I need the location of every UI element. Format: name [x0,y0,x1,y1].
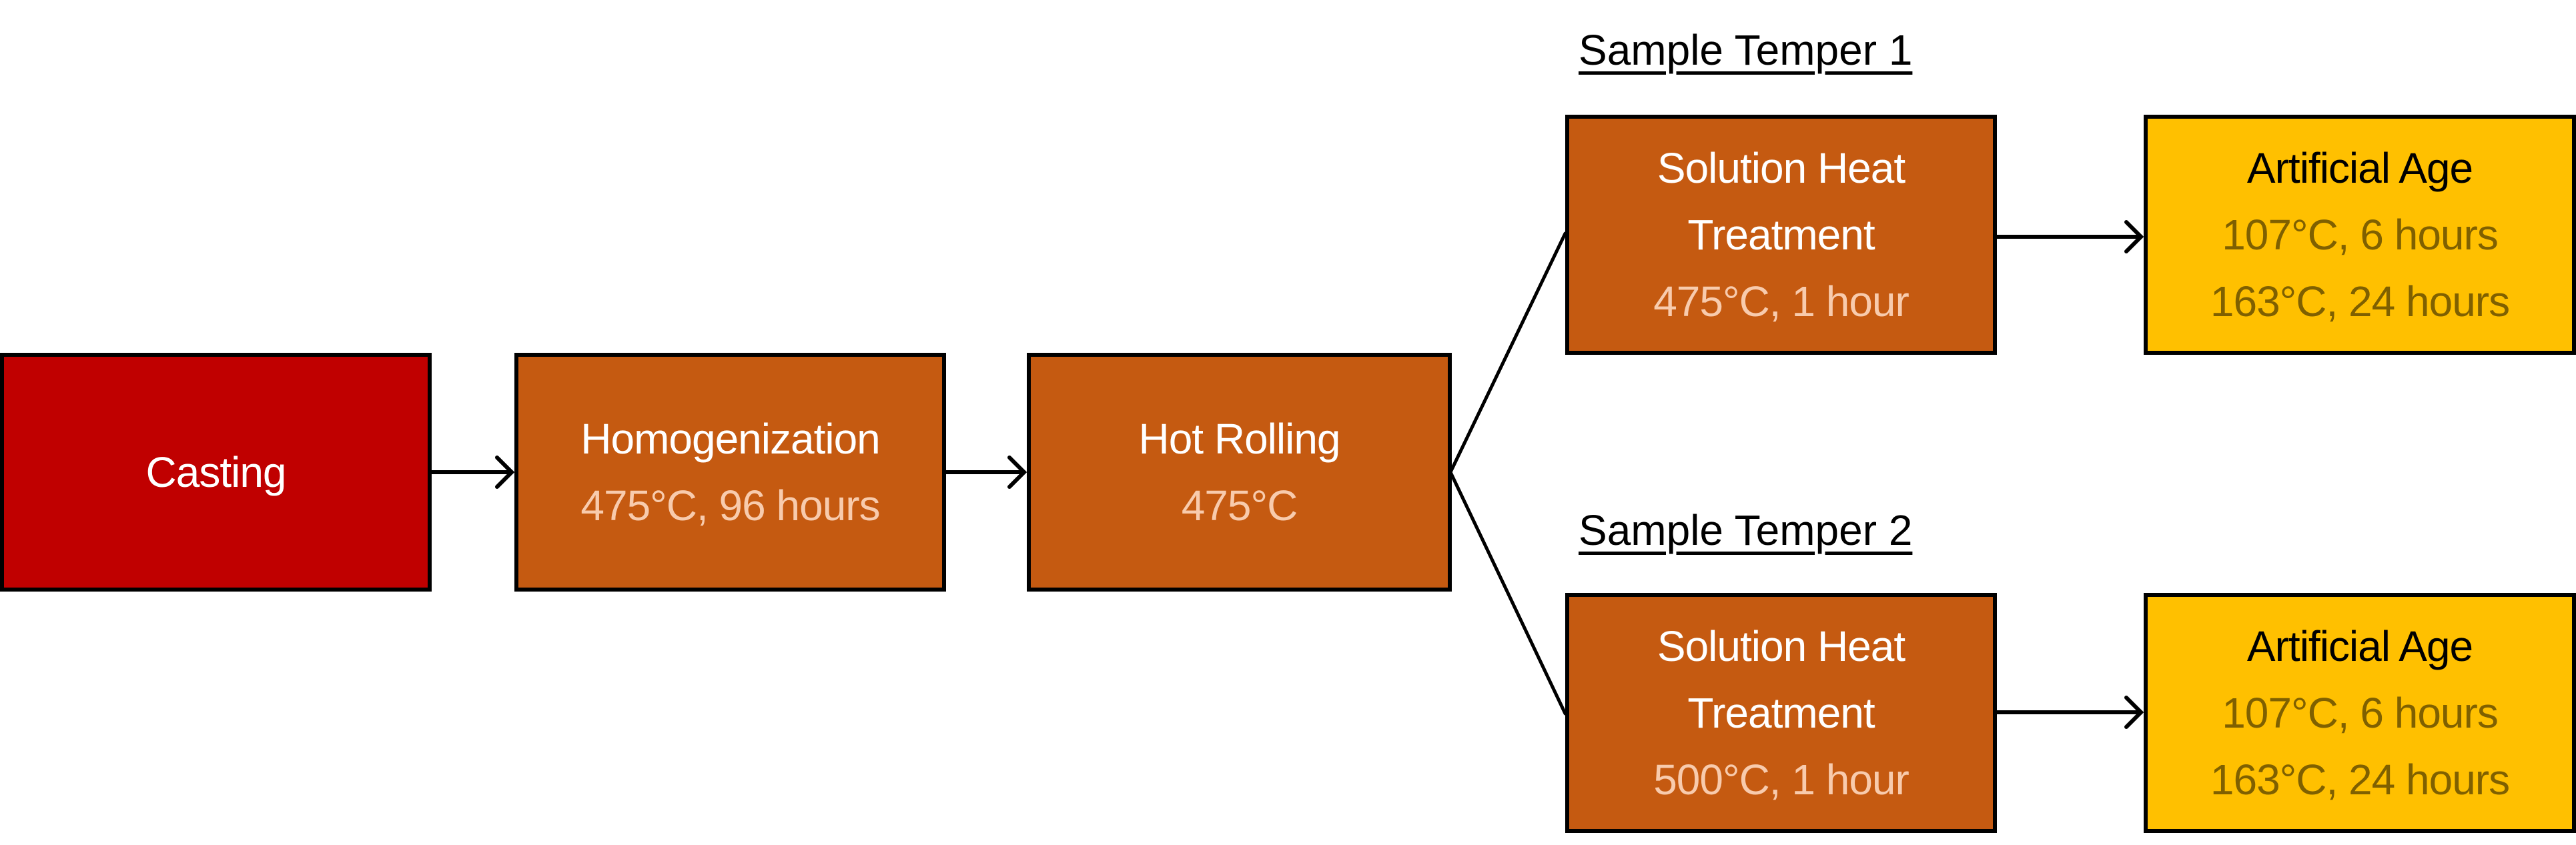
casting-title: Casting [145,448,287,496]
branch-line-temper2 [1448,470,1567,716]
homogenization-box: Homogenization 475°C, 96 hours [514,353,946,592]
age-detail-1: 107°C, 6 hours [2222,211,2499,259]
casting-box: Casting [0,353,432,592]
temper1-age-box: Artificial Age 107°C, 6 hours 163°C, 24 … [2144,115,2576,355]
solution-detail: 475°C, 1 hour [1653,277,1909,325]
age-title: Artificial Age [2246,144,2473,192]
age-title: Artificial Age [2246,622,2473,670]
sample-temper-1-label: Sample Temper 1 [1579,26,1913,74]
branch-line-temper1 [1448,231,1567,474]
temper2-age-box: Artificial Age 107°C, 6 hours 163°C, 24 … [2144,593,2576,833]
age-detail-2: 163°C, 24 hours [2210,277,2510,325]
solution-detail: 500°C, 1 hour [1653,756,1909,804]
solution-title-line2: Treatment [1687,211,1875,259]
hot-rolling-detail: 475°C [1181,482,1298,530]
homogenization-detail: 475°C, 96 hours [580,482,880,530]
temper2-solution-box: Solution Heat Treatment 500°C, 1 hour [1565,593,1997,833]
homogenization-title: Homogenization [580,415,880,463]
age-detail-2: 163°C, 24 hours [2210,756,2510,804]
solution-title-line1: Solution Heat [1657,144,1905,192]
solution-title-line1: Solution Heat [1657,622,1905,670]
temper1-solution-box: Solution Heat Treatment 475°C, 1 hour [1565,115,1997,355]
age-detail-1: 107°C, 6 hours [2222,689,2499,737]
hot-rolling-box: Hot Rolling 475°C [1027,353,1452,592]
hot-rolling-title: Hot Rolling [1138,415,1340,463]
solution-title-line2: Treatment [1687,689,1875,737]
sample-temper-2-label: Sample Temper 2 [1579,506,1913,554]
